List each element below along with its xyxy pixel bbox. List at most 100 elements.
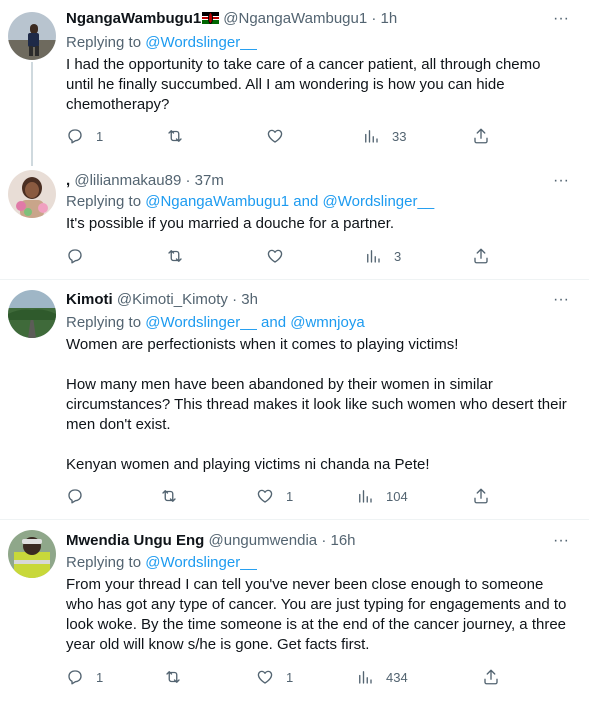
timestamp[interactable]: 37m [195, 172, 224, 189]
replying-label: Replying to [66, 314, 142, 331]
share-button[interactable] [472, 486, 490, 506]
retweet-icon [166, 671, 180, 683]
tweet-text: I had the opportunity to take care of a … [66, 55, 571, 115]
like-button[interactable]: 1 [256, 667, 293, 687]
reply-button[interactable] [66, 486, 84, 506]
tweet-paragraph: From your thread I can tell you've never… [66, 576, 567, 653]
reply-count: 1 [96, 669, 104, 685]
views-icon [359, 490, 372, 503]
separator-dot: · [321, 532, 327, 549]
tweet-text: Women are perfectionists when it comes t… [66, 335, 571, 475]
reply-icon [68, 249, 82, 264]
tweet-text: It's possible if you married a douche fo… [66, 214, 571, 234]
tweet[interactable]: Mwendia Ungu Eng @ungumwendia · 16h ··· … [0, 520, 589, 701]
like-button[interactable]: 1 [256, 486, 293, 506]
share-button[interactable] [472, 246, 490, 266]
like-icon [267, 249, 283, 263]
like-icon [257, 489, 273, 503]
reply-button[interactable]: 1 [66, 667, 103, 687]
replying-mentions[interactable]: @NgangaWambugu1 and @Wordslinger__ [145, 193, 434, 210]
action-bar: 1 33 [56, 126, 496, 146]
share-button[interactable] [472, 126, 490, 146]
replying-mentions[interactable]: @Wordslinger__ [145, 554, 257, 571]
tweet-text: From your thread I can tell you've never… [66, 575, 571, 655]
replying-mentions[interactable]: @Wordslinger__ [145, 34, 257, 51]
like-button[interactable] [266, 126, 284, 146]
like-count: 1 [286, 669, 294, 685]
display-name[interactable]: , [66, 172, 70, 189]
separator-dot: · [371, 10, 377, 27]
display-name[interactable]: Kimoti [66, 291, 113, 308]
action-bar: 3 [56, 246, 496, 266]
avatar[interactable] [8, 530, 56, 578]
more-icon[interactable]: ··· [551, 11, 571, 31]
views-button[interactable]: 434 [356, 667, 408, 687]
share-icon [474, 488, 488, 504]
retweet-button[interactable] [164, 667, 182, 687]
share-icon [474, 248, 488, 264]
like-icon [267, 129, 283, 143]
retweet-button[interactable] [166, 246, 184, 266]
share-button[interactable] [482, 667, 500, 687]
retweet-icon [162, 490, 176, 502]
reply-icon [68, 670, 82, 685]
replying-to: Replying to @Wordslinger__ and @wmnjoya [66, 313, 365, 333]
views-icon [367, 250, 380, 263]
views-button[interactable]: 33 [362, 126, 406, 146]
timestamp[interactable]: 16h [330, 532, 355, 549]
user-handle[interactable]: @lilianmakau89 [74, 172, 181, 189]
tweet-paragraph: It's possible if you married a douche fo… [66, 215, 395, 232]
reply-count: 1 [96, 128, 104, 144]
like-icon [257, 670, 273, 684]
like-count: 1 [286, 488, 294, 504]
views-count: 434 [386, 669, 408, 685]
views-button[interactable]: 3 [364, 246, 401, 266]
avatar[interactable] [8, 170, 56, 218]
more-icon[interactable]: ··· [551, 173, 571, 193]
timestamp[interactable]: 3h [241, 291, 258, 308]
action-bar: 1 104 [56, 486, 496, 506]
more-icon[interactable]: ··· [551, 533, 571, 553]
display-name[interactable]: NgangaWambugu1 [66, 10, 201, 27]
reply-button[interactable]: 1 [66, 126, 103, 146]
tweet[interactable]: , @lilianmakau89 · 37m ··· Replying to @… [0, 162, 589, 280]
avatar[interactable] [8, 290, 56, 338]
retweet-icon [168, 250, 182, 262]
share-icon [474, 128, 488, 144]
user-handle[interactable]: @Kimoti_Kimoty [117, 291, 228, 308]
views-icon [359, 671, 372, 684]
like-button[interactable] [266, 246, 284, 266]
share-icon [484, 669, 498, 685]
views-button[interactable]: 104 [356, 486, 408, 506]
tweet[interactable]: NgangaWambugu1 @NgangaWambugu1 · 1h ··· R… [0, 0, 589, 162]
more-icon[interactable]: ··· [551, 292, 571, 312]
replying-label: Replying to [66, 193, 142, 210]
action-bar: 1 1 434 [56, 667, 498, 687]
avatar[interactable] [8, 12, 56, 60]
tweet-header: Mwendia Ungu Eng @ungumwendia · 16h [66, 531, 356, 551]
retweet-icon [168, 130, 182, 142]
replying-label: Replying to [66, 34, 142, 51]
replying-label: Replying to [66, 554, 142, 571]
kenya-flag-icon [202, 12, 220, 24]
tweet-paragraph: I had the opportunity to take care of a … [66, 56, 541, 113]
timestamp[interactable]: 1h [381, 10, 398, 27]
reply-button[interactable] [66, 246, 84, 266]
views-icon [365, 130, 378, 143]
tweet-header: Kimoti @Kimoti_Kimoty · 3h [66, 290, 258, 310]
user-handle[interactable]: @NgangaWambugu1 [223, 10, 367, 27]
retweet-button[interactable] [166, 126, 184, 146]
views-count: 3 [394, 248, 402, 264]
tweet[interactable]: Kimoti @Kimoti_Kimoty · 3h ··· Replying … [0, 280, 589, 520]
tweet-paragraph: Kenyan women and playing victims ni chan… [66, 456, 430, 473]
tweet-paragraph: How many men have been abandoned by thei… [66, 376, 567, 433]
separator-dot: · [232, 291, 238, 308]
user-handle[interactable]: @ungumwendia [209, 532, 318, 549]
separator-dot: · [185, 172, 191, 189]
retweet-button[interactable] [160, 486, 178, 506]
display-name[interactable]: Mwendia Ungu Eng [66, 532, 204, 549]
views-count: 104 [386, 488, 408, 504]
replying-mentions[interactable]: @Wordslinger__ and @wmnjoya [145, 314, 364, 331]
